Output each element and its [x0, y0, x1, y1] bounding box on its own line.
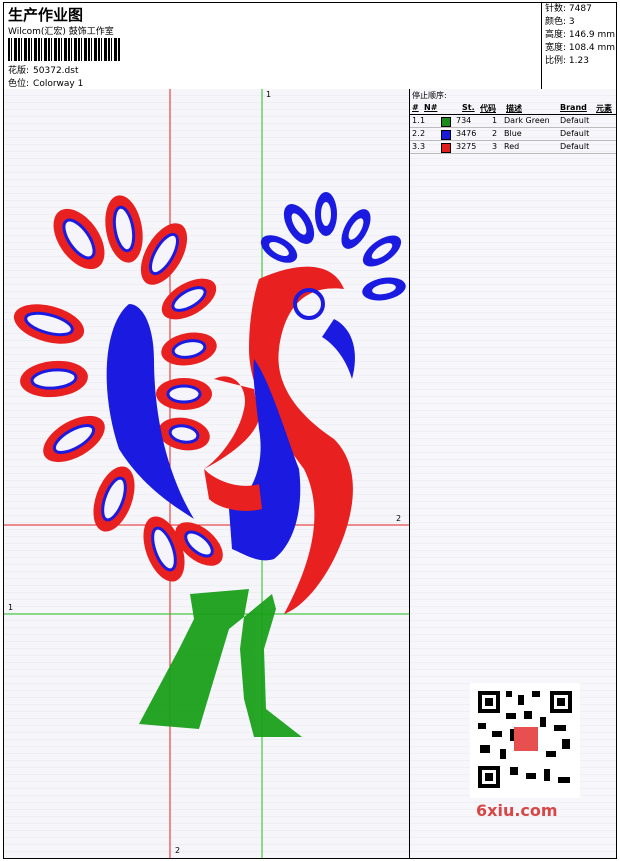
sheet-header: 生产作业图 Wilcom(汇宏) 鼓饰工作室 花版: 50372.dst 色位: C… [4, 3, 616, 90]
qr-code-image [470, 683, 580, 798]
row-stitches: 3275 [456, 142, 477, 151]
rooster-legs [139, 589, 302, 737]
studio-name: Wilcom(汇宏) 鼓饰工作室 [8, 27, 114, 37]
row-brand: Default [560, 142, 590, 151]
col-needle: N# [424, 103, 438, 112]
stat-stitches: 针数: 7487 [545, 4, 592, 14]
row-index: 2. [412, 129, 420, 138]
col-brand: Brand [560, 103, 587, 112]
row-code: 3 [492, 142, 498, 151]
col-code: 代码 [480, 104, 496, 113]
colorway-line: 色位: Colorway 1 [8, 76, 83, 89]
stat-width: 宽度: 108.4 mm [545, 43, 616, 53]
table-row[interactable]: 2. 2 3476 2 Blue Default [410, 128, 616, 141]
barcode-image [8, 38, 120, 61]
sheet-title: 生产作业图 [8, 6, 84, 24]
table-header-row: # N# St. 代码 描述 Brand 元素 [410, 102, 616, 115]
design-file-line: 花版: 50372.dst [8, 63, 78, 76]
guide-label-left: 1 [8, 603, 14, 612]
watermark-text: 6xiu.com [476, 801, 558, 820]
row-needle: 1 [420, 116, 426, 125]
guide-label-bottom: 2 [175, 846, 181, 855]
color-swatch [441, 130, 451, 140]
row-stitches: 734 [456, 116, 472, 125]
stat-scale: 比例: 1.23 [545, 56, 589, 66]
rooster-wing [204, 376, 259, 469]
embroidery-design [4, 89, 409, 858]
col-element: 元素 [596, 104, 612, 113]
row-needle: 2 [420, 129, 426, 138]
col-description: 描述 [506, 104, 522, 113]
row-index: 3. [412, 142, 420, 151]
rooster-body-blue [229, 359, 301, 561]
row-code: 1 [492, 116, 498, 125]
row-brand: Default [560, 129, 590, 138]
rooster-breast [204, 469, 262, 511]
row-brand: Default [560, 116, 590, 125]
qr-code [470, 683, 580, 798]
col-stitches: St. [462, 103, 475, 112]
guide-label-right: 2 [396, 514, 402, 523]
row-index: 1. [412, 116, 420, 125]
row-stitches: 3476 [456, 129, 477, 138]
stop-sequence-panel: 停止顺序: # N# St. 代码 描述 Brand 元素 1. 1 734 1 Dar… [410, 89, 616, 858]
color-swatch [441, 143, 451, 153]
colorway-label: 色位: [8, 79, 30, 89]
design-file-name: 50372.dst [33, 66, 79, 76]
production-sheet: 生产作业图 Wilcom(汇宏) 鼓饰工作室 花版: 50372.dst 色位: C… [3, 2, 617, 859]
color-swatch [441, 117, 451, 127]
stat-height: 高度: 146.9 mm [545, 30, 616, 40]
colorway-name: Colorway 1 [33, 79, 84, 89]
row-needle: 3 [420, 142, 426, 151]
col-index: # [412, 103, 419, 112]
row-code: 2 [492, 129, 498, 138]
row-description: Dark Green [504, 116, 550, 125]
stop-sequence-title: 停止顺序: [412, 91, 447, 100]
design-stats: 针数: 7487 颜色: 3 高度: 146.9 mm 宽度: 108.4 mm… [541, 3, 617, 89]
stat-colors: 颜色: 3 [545, 17, 575, 27]
qr-logo [514, 727, 538, 751]
table-row[interactable]: 3. 3 3275 3 Red Default [410, 141, 616, 154]
guide-label-top: 1 [266, 90, 272, 99]
stop-sequence-table: # N# St. 代码 描述 Brand 元素 1. 1 734 1 Dark Gree… [410, 102, 616, 154]
design-canvas[interactable]: 1 2 1 2 [4, 89, 410, 858]
table-row[interactable]: 1. 1 734 1 Dark Green Default [410, 115, 616, 128]
design-label: 花版: [8, 66, 30, 76]
row-description: Blue [504, 129, 522, 138]
row-description: Red [504, 142, 520, 151]
rooster-beak [322, 319, 355, 379]
